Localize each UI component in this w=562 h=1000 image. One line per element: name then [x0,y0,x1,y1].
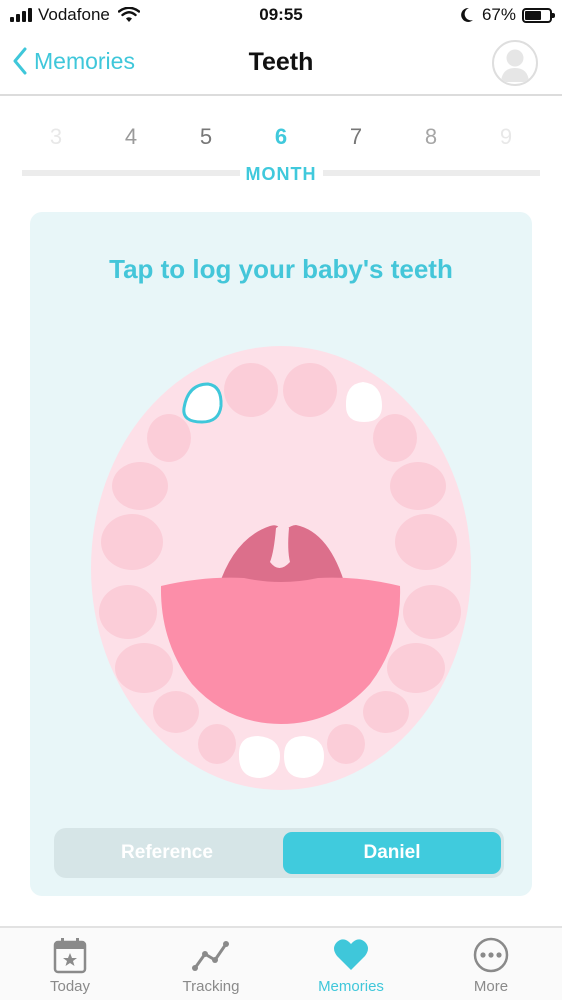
status-bar: Vodafone 09:55 67% [0,0,562,32]
tooth-lower-molar2-left[interactable] [99,585,157,639]
tooth-upper-central-right[interactable] [283,363,337,417]
tooth-lower-canine-left[interactable] [153,691,199,733]
daniel-segment[interactable]: Daniel [283,832,501,874]
tooth-upper-central-left[interactable] [224,363,278,417]
page-title: Teeth [248,48,314,76]
tooth-lower-lateral-left[interactable] [198,724,236,764]
tab-today-label: Today [49,978,91,995]
battery-percent: 67% [481,5,516,24]
month-option[interactable]: 5 [186,124,226,150]
month-picker[interactable]: 3 4 5 6 7 8 9 MONTH [0,110,562,190]
tooth-upper-canine-right[interactable] [373,414,417,462]
month-option[interactable]: 9 [486,124,526,150]
month-label: MONTH [0,164,562,185]
tooth-lower-molar1-left[interactable] [115,643,173,693]
tooth-upper-canine-left[interactable] [147,414,191,462]
tab-tracking[interactable]: Tracking [156,936,266,995]
tooth-lower-canine-right[interactable] [363,691,409,733]
navigation-bar: Memories Teeth [0,32,562,96]
month-option[interactable]: 7 [336,124,376,150]
tooth-lower-central-right-logged[interactable] [284,736,324,778]
tab-bar: Today Tracking Memories More [0,926,562,1000]
status-right: 67% [460,5,555,25]
month-option[interactable]: 4 [111,124,151,150]
moon-icon [461,7,473,22]
heart-icon [334,939,368,970]
calendar-star-icon [53,938,87,974]
tooth-lower-lateral-right[interactable] [327,724,365,764]
month-option[interactable]: 3 [36,124,76,150]
tab-more-label: More [473,978,509,995]
tab-tracking-label: Tracking [182,978,240,995]
tooth-lower-molar2-right[interactable] [403,585,461,639]
reference-segment[interactable]: Reference [58,832,276,874]
tooth-upper-molar1-right[interactable] [390,462,446,510]
tooth-lower-molar1-right[interactable] [387,643,445,693]
tooth-lower-central-left-logged[interactable] [238,736,280,778]
avatar-placeholder-icon [501,49,529,82]
tab-today[interactable]: Today [15,936,125,995]
tooth-upper-molar2-left[interactable] [101,514,163,570]
teeth-card: Tap to log your baby's teeth Reference D… [30,212,532,896]
segmented-control[interactable]: Reference Daniel [54,828,504,878]
tab-more[interactable]: More [436,936,546,995]
mouth-diagram [91,346,471,790]
tab-memories-label: Memories [318,978,384,995]
month-option[interactable]: 8 [411,124,451,150]
tooth-upper-molar2-right[interactable] [395,514,457,570]
tab-memories[interactable]: Memories [296,936,406,995]
tooth-upper-molar1-left[interactable] [112,462,168,510]
trend-line-icon [192,941,229,971]
more-dots-icon [473,937,509,973]
profile-avatar-button[interactable] [492,40,538,86]
card-title: Tap to log your baby's teeth [109,254,453,284]
month-option-selected[interactable]: 6 [261,124,301,150]
battery-icon [522,7,555,23]
